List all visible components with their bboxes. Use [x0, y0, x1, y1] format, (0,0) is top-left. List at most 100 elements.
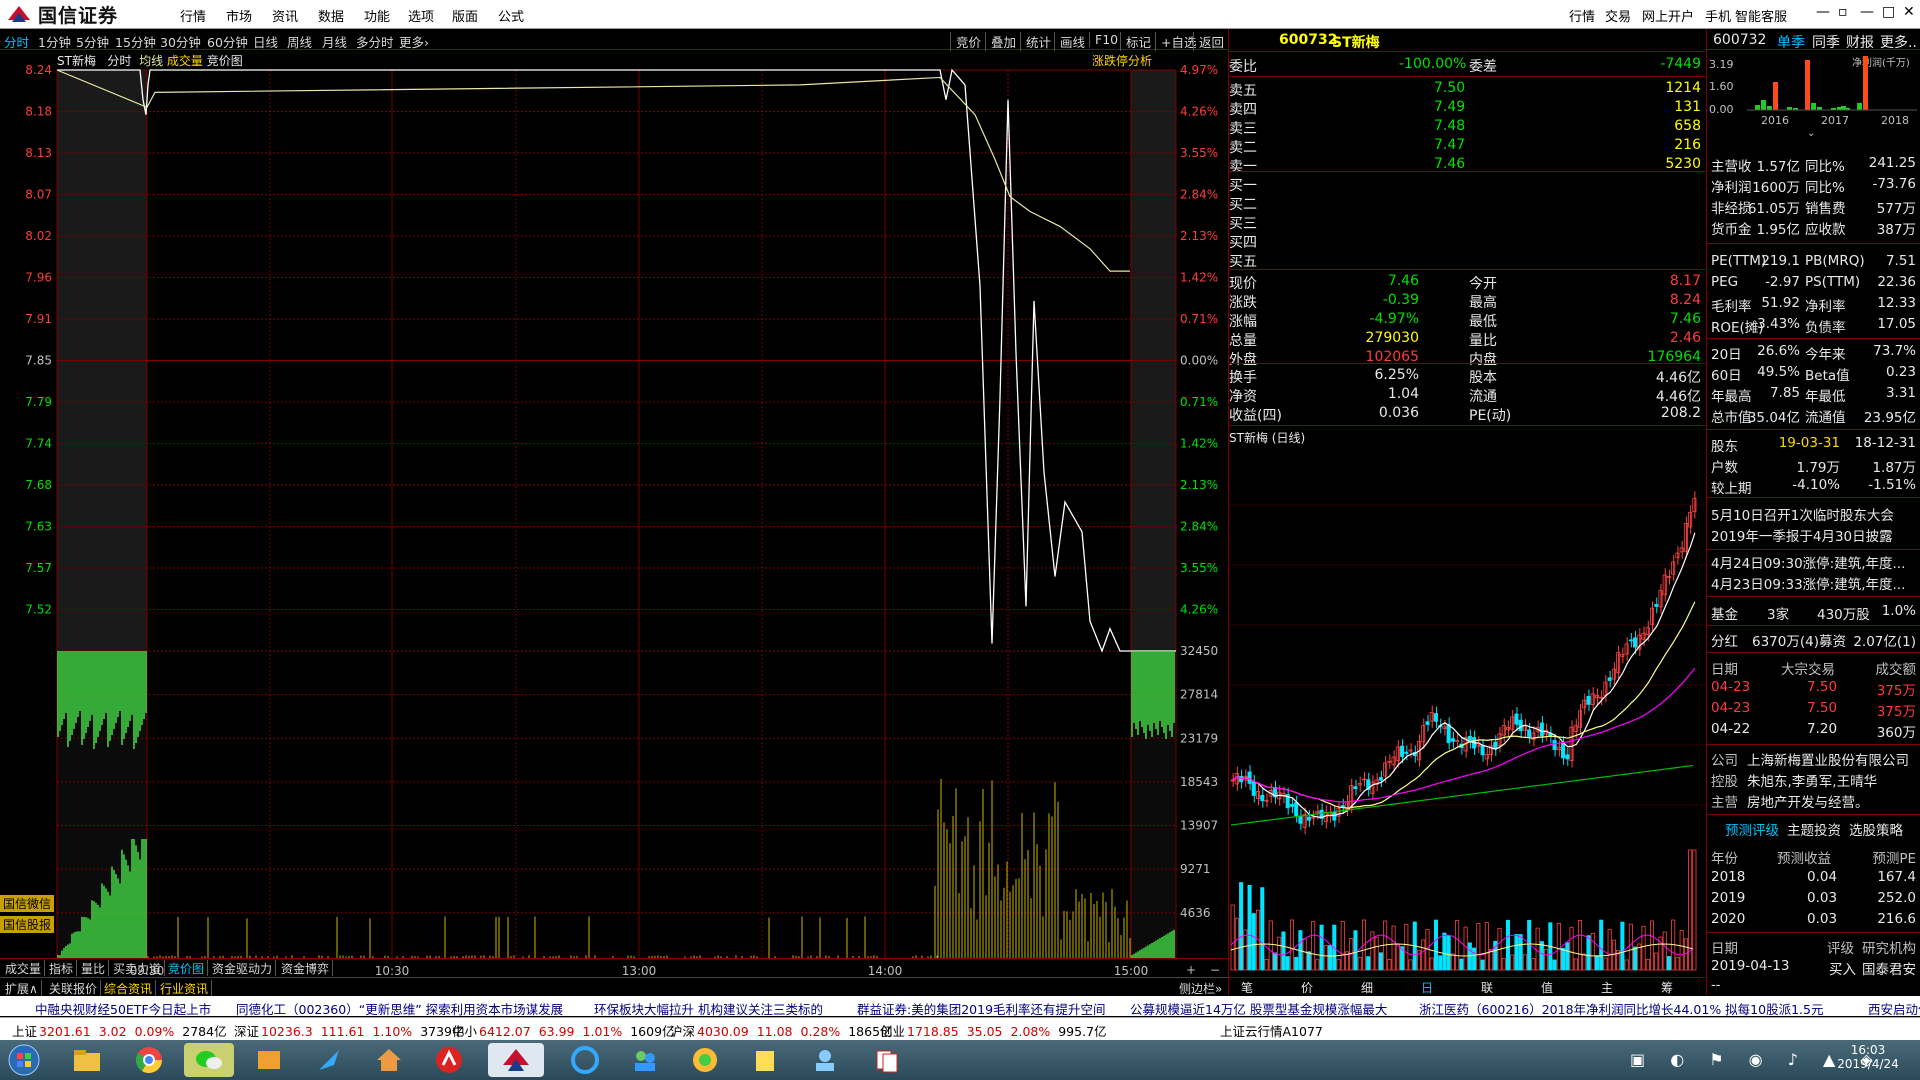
itab-expand[interactable]: 扩展∧: [2, 980, 42, 996]
menu-shichang[interactable]: 市场: [226, 6, 252, 25]
fin-tab-quarter[interactable]: 单季: [1777, 32, 1805, 52]
menu-right-kefu[interactable]: 智能客服: [1735, 6, 1787, 25]
menu-hangqing[interactable]: 行情: [180, 6, 206, 25]
close-button[interactable]: ✕: [1903, 4, 1915, 20]
fin-tab-same[interactable]: 同季: [1812, 32, 1840, 52]
tool-diejia[interactable]: 叠加: [985, 32, 1016, 51]
tab-weekly[interactable]: 周线: [287, 32, 312, 51]
home-icon[interactable]: [364, 1043, 414, 1077]
fin-note[interactable]: 4月24日09:30涨停:建筑,年度...: [1711, 552, 1919, 572]
fin-note[interactable]: 2019年一季报于4月30日披露: [1711, 525, 1919, 545]
guosen-taskbar-icon[interactable]: [488, 1043, 544, 1077]
index-item[interactable]: 深证 10236.3 111.61 1.10% 3739亿: [234, 1021, 465, 1040]
mini-tab-1[interactable]: 价: [1301, 979, 1313, 996]
menu-banmian[interactable]: 版面: [452, 6, 478, 25]
contacts-icon[interactable]: [800, 1043, 850, 1077]
cards-icon[interactable]: [862, 1043, 912, 1077]
tab-fenshi[interactable]: 分时: [4, 32, 29, 51]
minimize-alt-button[interactable]: —: [1816, 4, 1830, 20]
btab-volume[interactable]: 成交量: [2, 960, 46, 976]
btab-force[interactable]: 买卖力道: [110, 960, 166, 976]
tool-f10[interactable]: F10: [1089, 32, 1118, 47]
fin-tab-report[interactable]: 财报: [1846, 32, 1874, 52]
mini-tab-7[interactable]: 筹: [1661, 979, 1673, 996]
wechat-icon[interactable]: [184, 1043, 234, 1077]
index-item[interactable]: 中小 6412.07 63.99 1.01% 1609亿: [452, 1021, 675, 1040]
mini-tab-0[interactable]: 笔: [1241, 979, 1253, 996]
btab-ratio[interactable]: 量比: [78, 960, 110, 976]
menu-gongshi[interactable]: 公式: [498, 6, 524, 25]
tab-1min[interactable]: 1分钟: [38, 32, 71, 51]
tab-30min[interactable]: 30分钟: [160, 32, 201, 51]
sidebar-toggle[interactable]: 侧边栏»: [1176, 980, 1225, 996]
news-item[interactable]: 中融央视财经50ETF今日起上市: [35, 999, 211, 1018]
360-browser-icon[interactable]: [680, 1043, 730, 1077]
tool-jingjia[interactable]: 竞价: [950, 32, 981, 51]
tab-60min[interactable]: 60分钟: [207, 32, 248, 51]
mini-tab-2[interactable]: 细: [1361, 979, 1373, 996]
fin-tab-more[interactable]: 更多..: [1880, 32, 1917, 52]
people-icon[interactable]: [620, 1043, 670, 1077]
maximize-button[interactable]: □: [1882, 4, 1895, 20]
tab-more[interactable]: 更多›: [399, 32, 429, 51]
itab-related[interactable]: 关联报价: [46, 980, 102, 996]
index-item[interactable]: 沪深 4030.09 11.08 0.28% 1865亿: [670, 1021, 893, 1040]
zoom-in-icon[interactable]: +: [1186, 963, 1196, 976]
btab-auction[interactable]: 竞价图: [165, 960, 209, 976]
restore-alt-button[interactable]: ▫: [1838, 4, 1848, 20]
tab-daily[interactable]: 日线: [253, 32, 278, 51]
tool-add-favorite[interactable]: +自选: [1155, 32, 1196, 51]
rating-tab-0[interactable]: 预测评级: [1725, 819, 1779, 839]
tab-multi[interactable]: 多分时: [356, 32, 394, 51]
index-item[interactable]: 上证 3201.61 3.02 0.09% 2784亿: [12, 1021, 227, 1040]
menu-right-jiaoyi[interactable]: 交易: [1605, 6, 1631, 25]
mini-tab-4[interactable]: 联: [1481, 979, 1493, 996]
tab-5min[interactable]: 5分钟: [76, 32, 109, 51]
app-red-icon[interactable]: [424, 1043, 474, 1077]
rating-tab-2[interactable]: 选股策略: [1849, 819, 1903, 839]
tool-biaoji[interactable]: 标记: [1120, 32, 1151, 51]
menu-shuju[interactable]: 数据: [318, 6, 344, 25]
rating-tab-1[interactable]: 主题投资: [1787, 819, 1841, 839]
side-tab-news[interactable]: 国信股报: [0, 916, 54, 933]
btab-fund-game[interactable]: 资金博弈: [278, 960, 334, 976]
fin-note[interactable]: 4月23日09:33涨停:建筑,年度...: [1711, 573, 1919, 593]
fin-note[interactable]: 5月10日召开1次临时股东大会: [1711, 504, 1919, 524]
chrome-icon[interactable]: [124, 1043, 174, 1077]
menu-gongneng[interactable]: 功能: [364, 6, 390, 25]
files-icon[interactable]: [244, 1043, 294, 1077]
explorer-icon[interactable]: [62, 1043, 112, 1077]
menu-zixun[interactable]: 资讯: [272, 6, 298, 25]
menu-xuanxiang[interactable]: 选项: [408, 6, 434, 25]
feather-icon[interactable]: [304, 1043, 354, 1077]
notes-icon[interactable]: [740, 1043, 790, 1077]
chevron-down-icon[interactable]: ⌄: [1807, 128, 1815, 139]
news-item[interactable]: 群益证券:美的集团2019毛利率还有提升空间: [857, 999, 1106, 1018]
clock[interactable]: 16:03 2019/4/24: [1828, 1043, 1908, 1071]
tool-huaxian[interactable]: 画线: [1054, 32, 1085, 51]
news-item[interactable]: 西安启动住房公积: [1868, 999, 1920, 1018]
qq-browser-icon[interactable]: [560, 1043, 610, 1077]
tool-tongji[interactable]: 统计: [1020, 32, 1051, 51]
minimize-button[interactable]: —: [1860, 4, 1874, 20]
news-item[interactable]: 同德化工（002360）“更新思维” 探索利用资本市场谋发展: [236, 999, 563, 1018]
news-item[interactable]: 公募规模逼近14万亿 股票型基金规模涨幅最大: [1130, 999, 1387, 1018]
index-item[interactable]: 创业 1718.85 35.05 2.08% 995.7亿: [880, 1021, 1107, 1040]
side-tab-wechat[interactable]: 国信微信: [0, 895, 54, 912]
mini-tab-5[interactable]: 值: [1541, 979, 1553, 996]
tab-15min[interactable]: 15分钟: [115, 32, 156, 51]
start-button[interactable]: [4, 1043, 44, 1077]
tool-back[interactable]: 返回: [1193, 32, 1224, 51]
menu-right-hangqing[interactable]: 行情: [1569, 6, 1595, 25]
btab-indicator[interactable]: 指标: [46, 960, 78, 976]
news-item[interactable]: 浙江医药（600216）2018年净利润同比增长44.01% 拟每10股派1.5…: [1419, 999, 1823, 1018]
zoom-out-icon[interactable]: −: [1210, 963, 1220, 976]
menu-right-shouji[interactable]: 手机: [1705, 6, 1731, 25]
mini-tab-6[interactable]: 主: [1601, 979, 1613, 996]
mini-tab-3[interactable]: 日: [1421, 979, 1433, 996]
tab-monthly[interactable]: 月线: [322, 32, 347, 51]
itab-industry[interactable]: 行业资讯: [157, 980, 213, 996]
btab-fund-drive[interactable]: 资金驱动力: [209, 960, 277, 976]
news-item[interactable]: 环保板块大幅拉升 机构建议关注三类标的: [594, 999, 823, 1018]
menu-right-kaihu[interactable]: 网上开户: [1642, 6, 1694, 25]
